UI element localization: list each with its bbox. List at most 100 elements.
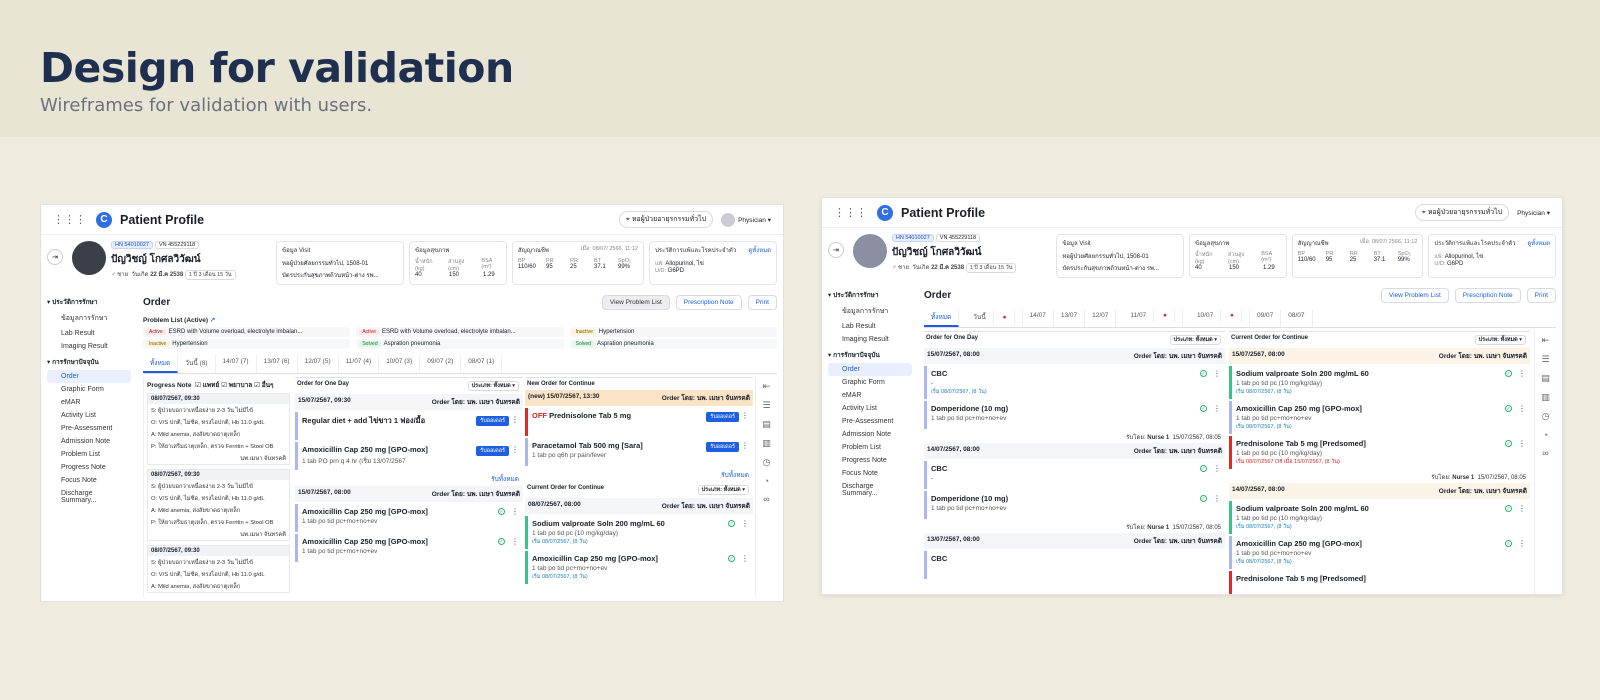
list-icon[interactable]: ☰ [1541,354,1549,365]
prescription-note-button[interactable]: Prescription Note [1454,287,1521,303]
tab-date[interactable]: 12/07 (5) [298,355,339,373]
apps-grid-icon[interactable]: ⋮⋮⋮ [53,213,86,226]
order-card[interactable]: Prednisolone Tab 5 mg [Predsomed] [1229,571,1530,594]
tab-date[interactable]: 09/07 (2) [420,355,462,373]
problem-item[interactable]: Solved Aspration pneumonia [569,339,777,349]
document-icon[interactable]: ▤ [1541,373,1550,384]
sidebar-item[interactable]: Discharge Summary... [828,480,912,500]
external-link-icon[interactable]: ↗ [210,317,215,324]
tab-date[interactable]: 08/07 [1281,309,1313,327]
location-selector[interactable]: ⌖ หอผู้ป่วยอายุรกรรมทั่วไป [1414,204,1510,221]
more-icon[interactable]: ⋮ [1518,504,1526,513]
order-card[interactable]: Regular diet + add ไข่ขาว 1 ฟอง/มื้อ รับอ… [295,412,523,440]
document-icon[interactable]: ▤ [762,419,771,430]
sidebar-item[interactable]: Pre-Assessment [47,422,131,435]
sidebar-item[interactable]: Discharge Summary... [47,487,131,507]
sidebar-item[interactable]: Progress Note [828,454,912,467]
more-icon[interactable]: ⋮ [511,507,519,516]
order-card[interactable]: Amoxicillin Cap 250 mg [GPO-mox] 1 tab po… [1229,401,1530,434]
report-icon[interactable]: ▥ [762,438,771,449]
order-card[interactable]: Amoxicillin Cap 250 mg [GPO-mox] 1 tab po… [295,504,523,532]
tab-date[interactable]: 11/07 ● [1116,309,1183,327]
tab-date[interactable]: 10/07 (3) [379,355,421,373]
order-card[interactable]: Domperidone (10 mg) 1 tab po tid pc+mo+no… [924,401,1225,429]
print-button[interactable]: Print [747,294,777,310]
sidebar-item[interactable]: Focus Note [47,474,131,487]
sidebar-group-history[interactable]: ▾ ประวัติการรักษา [828,290,912,300]
sidebar-group-current[interactable]: ▾ การรักษาปัจจุบัน [47,357,131,367]
problem-item[interactable]: Active ESRD with Volume overload, electro… [143,327,351,337]
type-filter[interactable]: ประเภท: ทั้งหมด ▾ [1474,335,1526,345]
order-card[interactable]: OFF Prednisolone Tab 5 mg รับออเดอร์ ⋮ [525,408,753,436]
sidebar-item[interactable]: Activity List [47,409,131,422]
more-icon[interactable]: ⋮ [1518,369,1526,378]
sidebar-item[interactable]: Pre-Assessment [828,415,912,428]
more-icon[interactable]: ⋮ [1213,494,1221,503]
tab-date[interactable]: 11/07 (4) [339,355,380,373]
sidebar-item[interactable]: Imaging Result [828,333,912,346]
more-icon[interactable]: ⋮ [1213,369,1221,378]
tab-date[interactable]: 09/07 [1250,309,1282,327]
more-icon[interactable]: ⋮ [741,411,749,420]
tab-date[interactable]: 14/07 (7) [216,355,257,373]
progress-note-entry[interactable]: 08/07/2567, 09:30 S: ผู้ป่วยบอกว่าเหนื่อ… [147,469,290,541]
sidebar-item[interactable]: Lab Result [47,327,131,340]
sidebar-item[interactable]: Admission Note [828,428,912,441]
apps-grid-icon[interactable]: ⋮⋮⋮ [834,206,867,219]
tab-date[interactable]: 08/07 (1) [461,355,503,373]
view-all-link[interactable]: ดูทั้งหมด [748,245,771,255]
tab-date[interactable]: 13/07 [1054,309,1086,327]
history-icon[interactable]: ◷ [1542,411,1550,422]
timer-icon[interactable]: ◔ [1543,430,1548,440]
sidebar-item[interactable]: Lab Result [828,320,912,333]
user-avatar[interactable] [721,212,736,227]
progress-note-entry[interactable]: 08/07/2567, 09:30 S: ผู้ป่วยบอกว่าเหนื่อ… [147,545,290,593]
sidebar-item[interactable]: ข้อมูลการรักษา [47,310,131,327]
tab-date[interactable]: 13/07 (6) [257,355,298,373]
sidebar-item-order[interactable]: Order [47,370,131,383]
sidebar-item[interactable]: eMAR [47,396,131,409]
problem-item[interactable]: Inactive Hypertension [143,339,351,349]
collapse-sidebar-button[interactable]: ⇥ [828,242,844,258]
sidebar-item[interactable]: Problem List [47,448,131,461]
sidebar-group-current[interactable]: ▾ การรักษาปัจจุบัน [828,350,912,360]
order-card[interactable]: Domperidone (10 mg) 1 tab po tid pc+mo+no… [924,491,1225,519]
progress-note-entry[interactable]: 08/07/2567, 09:30 S: ผู้ป่วยบอกว่าเหนื่อ… [147,393,290,465]
tab-date[interactable]: 14/07 [1023,309,1054,327]
list-icon[interactable]: ☰ [762,400,770,411]
accept-all-button[interactable]: รับทั้งหมด [295,472,523,486]
tab-all[interactable]: ทั้งหมด [143,355,179,373]
order-card[interactable]: Paracetamol Tab 500 mg [Sara] 1 tab po q6… [525,438,753,466]
order-card[interactable]: Sodium valproate Soln 200 mg/mL 60 1 tab … [1229,501,1530,534]
print-button[interactable]: Print [1526,287,1556,303]
more-icon[interactable]: ⋮ [1213,404,1221,413]
order-card[interactable]: Prednisolone Tab 5 mg [Predsomed] 1 tab p… [1229,436,1530,469]
sidebar-item[interactable]: Graphic Form [47,383,131,396]
timer-icon[interactable]: ◔ [764,476,769,486]
view-all-link[interactable]: ดูทั้งหมด [1527,238,1550,248]
view-problem-list-button[interactable]: View Problem List [601,294,670,310]
order-card[interactable]: CBC - เริ่ม 08/07/2567, (8 วัน) ✓ ⋮ [924,366,1225,399]
tab-date[interactable]: วันนี้ (8) [178,355,216,373]
collapse-panel-icon[interactable]: ⇤ [763,381,771,392]
sidebar-item[interactable]: eMAR [828,389,912,402]
more-icon[interactable]: ⋮ [741,519,749,528]
history-icon[interactable]: ◷ [763,457,771,468]
collapse-sidebar-button[interactable]: ⇥ [47,249,63,265]
more-icon[interactable]: ⋮ [1518,539,1526,548]
sidebar-item[interactable]: Admission Note [47,435,131,448]
view-problem-list-button[interactable]: View Problem List [1380,287,1449,303]
order-card[interactable]: Amoxicillin Cap 250 mg [GPO-mox] 1 tab PO… [295,442,523,470]
collapse-panel-icon[interactable]: ⇤ [1542,335,1550,346]
tab-all[interactable]: ทั้งหมด [924,309,960,327]
tab-date[interactable]: 10/07 ● [1183,309,1250,327]
more-icon[interactable]: ⋮ [1518,439,1526,448]
more-icon[interactable]: ⋮ [1518,404,1526,413]
more-icon[interactable]: ⋮ [511,445,519,454]
order-card[interactable]: Sodium valproate Soln 200 mg/mL 60 1 tab … [1229,366,1530,399]
report-icon[interactable]: ▥ [1541,392,1550,403]
order-card[interactable]: CBC [924,551,1225,579]
sidebar-group-history[interactable]: ▾ ประวัติการรักษา [47,297,131,307]
sidebar-item[interactable]: Activity List [828,402,912,415]
accept-order-button[interactable]: รับออเดอร์ [476,446,509,456]
